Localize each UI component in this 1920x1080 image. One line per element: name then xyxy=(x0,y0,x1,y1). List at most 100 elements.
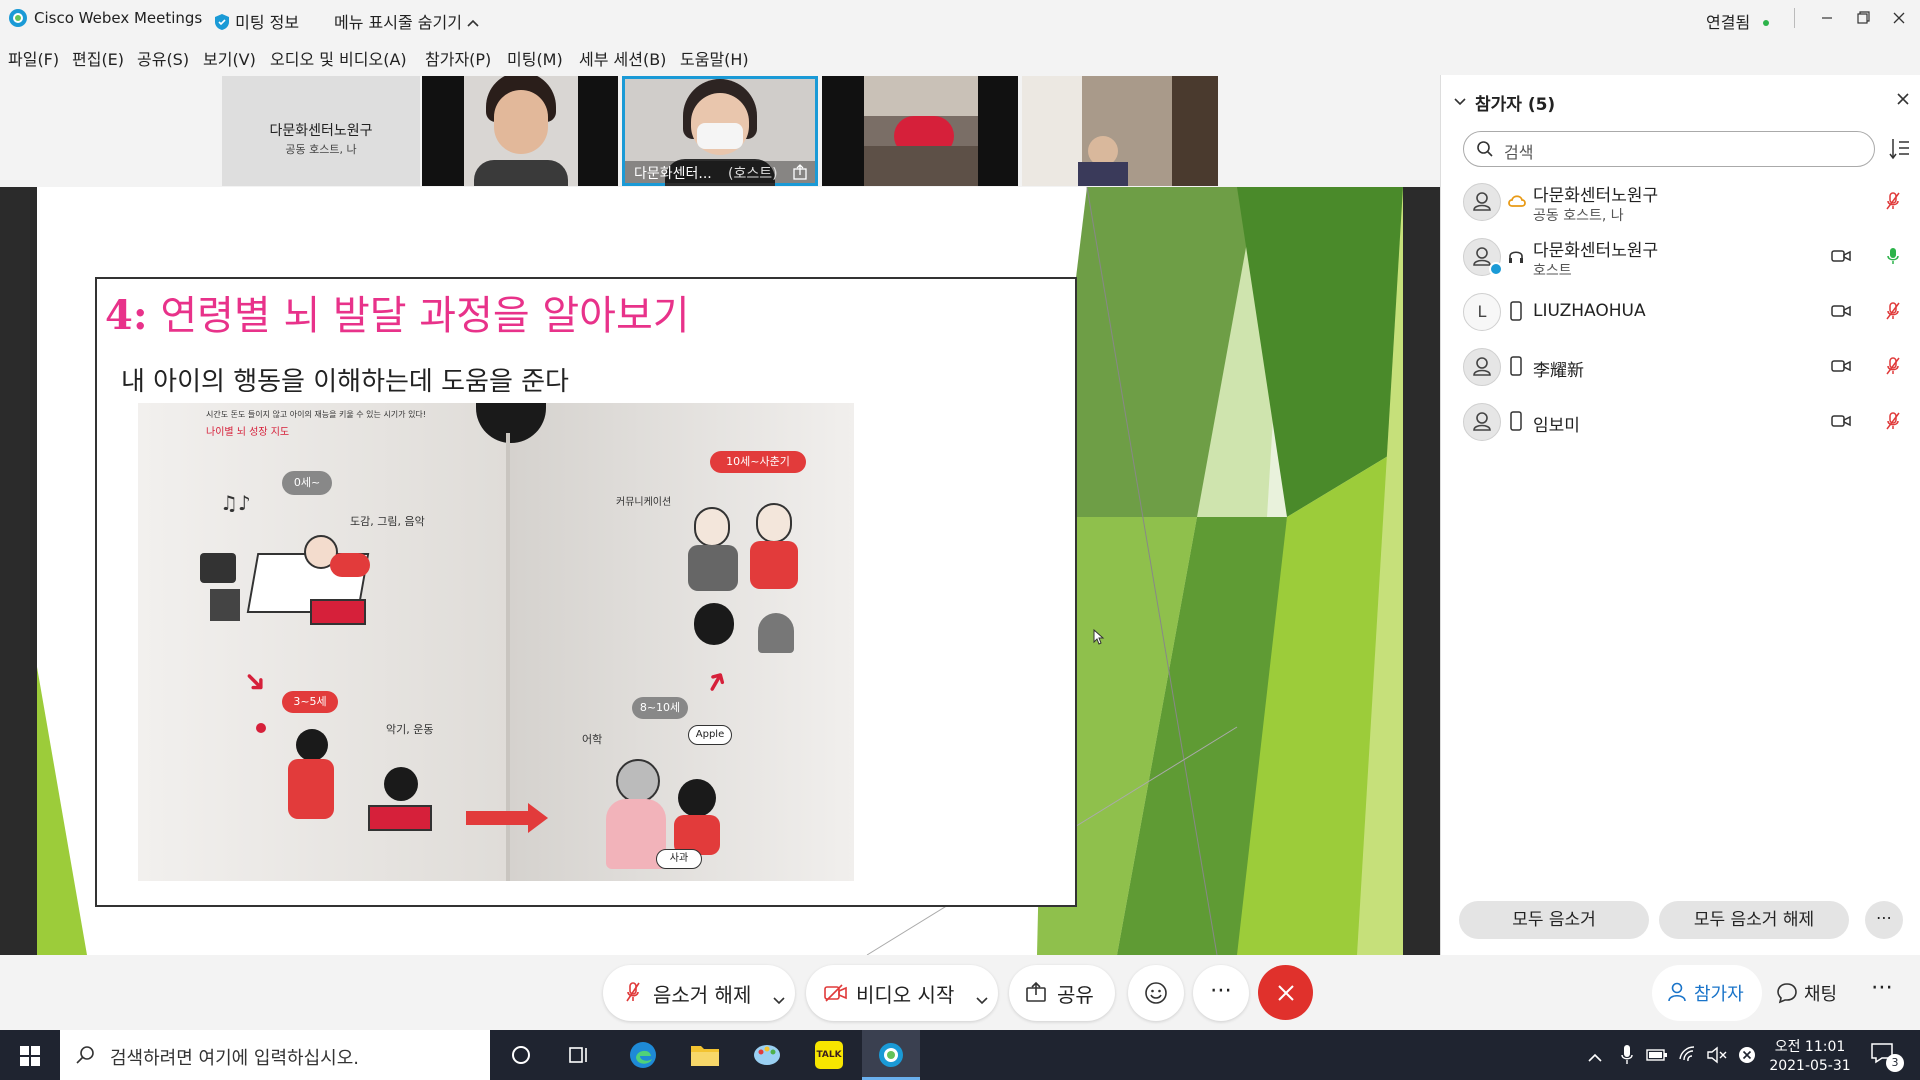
participant-row[interactable]: 임보미 xyxy=(1441,395,1920,450)
video-camera-icon[interactable] xyxy=(1831,248,1851,268)
taskbar-search-placeholder: 검색하려면 여기에 입력하십시오. xyxy=(110,1048,360,1069)
close-panel-button[interactable] xyxy=(1895,91,1911,111)
tile-role: 공동 호스트, 나 xyxy=(285,143,357,156)
mic-muted-icon[interactable] xyxy=(1885,356,1901,380)
menu-audio-video[interactable]: 오디오 및 비디오(A) xyxy=(270,46,407,70)
webex-taskbar-icon[interactable] xyxy=(862,1030,920,1080)
video-tile-participant-2[interactable] xyxy=(822,76,1018,186)
label-age-8: 어학 xyxy=(582,733,603,746)
mic-muted-icon xyxy=(625,981,641,1008)
unmute-button[interactable]: 음소거 해제 xyxy=(603,965,795,1021)
paint-app-icon[interactable] xyxy=(738,1030,796,1080)
minimize-button[interactable] xyxy=(1815,8,1839,28)
participant-row[interactable]: 李耀新 xyxy=(1441,340,1920,395)
sort-list-icon[interactable] xyxy=(1889,137,1911,165)
mic-muted-icon[interactable] xyxy=(1885,301,1901,325)
book-heading-red: 나이별 뇌 성장 지도 xyxy=(206,427,290,438)
cortana-icon[interactable] xyxy=(492,1030,550,1080)
clock-time: 오전 11:01 xyxy=(1774,1039,1846,1055)
arrow-right-icon xyxy=(466,811,534,825)
mouse-cursor-icon xyxy=(1093,628,1105,649)
participants-tab-button[interactable]: 참가자 xyxy=(1652,965,1762,1021)
search-icon xyxy=(74,1044,96,1070)
participant-row[interactable]: L LIUZHAOHUA xyxy=(1441,285,1920,340)
menu-help[interactable]: 도움말(H) xyxy=(680,46,749,70)
book-illustration: 시간도 돈도 들이지 않고 아이의 재능을 키울 수 있는 시기가 있다! 나이… xyxy=(138,403,854,881)
file-explorer-icon[interactable] xyxy=(676,1030,734,1080)
show-hidden-icons-icon[interactable] xyxy=(1588,1048,1602,1067)
share-button[interactable]: 공유 xyxy=(1009,965,1115,1021)
close-window-button[interactable] xyxy=(1887,8,1911,28)
menu-breakout[interactable]: 세부 세션(B) xyxy=(579,46,666,70)
video-tile-self[interactable]: 다문화센터노원구 공동 호스트, 나 xyxy=(222,76,420,186)
collapse-panel-button[interactable] xyxy=(1453,93,1467,112)
cloud-audio-icon xyxy=(1507,193,1527,213)
label-age-3: 악기, 운동 xyxy=(386,723,434,736)
reactions-button[interactable] xyxy=(1128,965,1184,1021)
chat-tab-button[interactable]: 채팅 xyxy=(1772,965,1862,1021)
participant-search[interactable]: 검색 xyxy=(1463,131,1875,167)
start-button[interactable] xyxy=(0,1030,58,1080)
panel-more-button[interactable]: ⋯ xyxy=(1862,975,1902,1011)
video-tile-host[interactable]: 다문화센터... (호스트) xyxy=(622,76,818,186)
more-options-button[interactable]: ⋯ xyxy=(1865,901,1903,939)
mic-muted-icon[interactable] xyxy=(1885,191,1901,215)
taskbar-search-box[interactable]: 검색하려면 여기에 입력하십시오. xyxy=(60,1030,490,1080)
video-tile-participant-1[interactable] xyxy=(422,76,618,186)
chevron-down-icon[interactable] xyxy=(773,987,785,1011)
bubble-sagwa: 사과 xyxy=(656,849,702,869)
video-camera-icon[interactable] xyxy=(1831,303,1851,323)
menu-participants[interactable]: 참가자(P) xyxy=(425,46,491,70)
wifi-icon[interactable] xyxy=(1678,1045,1698,1067)
menu-share[interactable]: 공유(S) xyxy=(137,46,189,70)
mute-all-button[interactable]: 모두 음소거 xyxy=(1459,901,1649,939)
edge-browser-icon[interactable] xyxy=(614,1030,672,1080)
hide-menu-button[interactable]: 메뉴 표시줄 숨기기 xyxy=(334,9,479,33)
phone-icon xyxy=(1509,411,1523,435)
book-heading-small: 시간도 돈도 들이지 않고 아이의 재능을 키울 수 있는 시기가 있다! xyxy=(206,410,426,419)
headset-icon xyxy=(1507,248,1525,270)
hide-menu-label: 메뉴 표시줄 숨기기 xyxy=(334,13,462,32)
restore-button[interactable] xyxy=(1851,8,1875,28)
bubble-age-10: 10세~사춘기 xyxy=(710,451,806,473)
mic-active-icon[interactable] xyxy=(1885,246,1901,270)
chevron-down-icon[interactable] xyxy=(976,987,988,1011)
connection-label: 연결됨 xyxy=(1706,13,1751,32)
chat-bubble-icon xyxy=(1776,982,1798,1008)
kakaotalk-icon[interactable]: TALK xyxy=(800,1030,858,1080)
participant-row[interactable]: 다문화센터노원구 호스트 xyxy=(1441,230,1920,285)
unmute-all-button[interactable]: 모두 음소거 해제 xyxy=(1659,901,1849,939)
child-running-head xyxy=(296,729,328,761)
action-center-button[interactable]: 3 xyxy=(1866,1040,1906,1072)
menu-view[interactable]: 보기(V) xyxy=(203,46,256,70)
host-badge-icon xyxy=(1489,262,1503,276)
slide-subtitle: 내 아이의 행동을 이해하는데 도움을 준다 xyxy=(121,367,569,397)
avatar-initial: L xyxy=(1477,302,1487,321)
volume-muted-icon[interactable] xyxy=(1706,1045,1728,1069)
microphone-tray-icon[interactable] xyxy=(1620,1044,1634,1070)
start-video-button[interactable]: 비디오 시작 xyxy=(806,965,998,1021)
video-camera-icon[interactable] xyxy=(1831,358,1851,378)
video-camera-icon[interactable] xyxy=(1831,413,1851,433)
label-age-0: 도감, 그림, 음악 xyxy=(350,515,425,528)
connection-status: 연결됨 xyxy=(1706,9,1770,33)
taskbar-clock[interactable]: 오전 11:01 2021-05-31 xyxy=(1766,1034,1876,1078)
video-tile-participant-3[interactable] xyxy=(1022,76,1218,186)
menu-meeting[interactable]: 미팅(M) xyxy=(507,46,563,70)
menu-edit[interactable]: 편집(E) xyxy=(72,46,124,70)
more-button[interactable]: ⋯ xyxy=(1193,965,1249,1021)
close-circle-icon[interactable] xyxy=(1738,1046,1756,1068)
bubble-age-8: 8~10세 xyxy=(632,697,688,719)
bubble-apple: Apple xyxy=(688,725,732,745)
back-head-2 xyxy=(758,613,794,653)
battery-icon[interactable] xyxy=(1646,1047,1668,1066)
menu-file[interactable]: 파일(F) xyxy=(8,46,59,70)
video-feed xyxy=(464,76,578,186)
task-view-icon[interactable] xyxy=(550,1030,608,1080)
participant-row[interactable]: 다문화센터노원구 공동 호스트, 나 xyxy=(1441,175,1920,230)
notification-count: 3 xyxy=(1886,1054,1904,1072)
participant-role: 호스트 xyxy=(1533,263,1572,279)
leave-meeting-button[interactable] xyxy=(1258,965,1313,1020)
meeting-info-button[interactable]: 미팅 정보 xyxy=(214,9,299,33)
mic-muted-icon[interactable] xyxy=(1885,411,1901,435)
